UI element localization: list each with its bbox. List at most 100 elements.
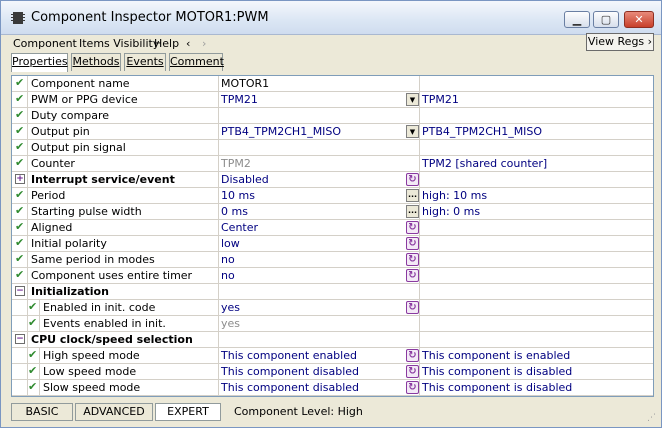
collapse-icon[interactable]: − (15, 286, 25, 296)
reset-icon[interactable]: ↻ (406, 365, 419, 378)
reset-icon[interactable]: ↻ (406, 221, 419, 234)
ellipsis-button[interactable]: ... (406, 205, 419, 218)
back-nav-icon[interactable]: ‹ (186, 37, 190, 50)
view-regs-button[interactable]: View Regs › (586, 33, 654, 51)
expand-icon[interactable]: + (15, 174, 25, 184)
property-row[interactable]: ✔ Output pin signal (12, 140, 653, 156)
check-icon: ✔ (15, 204, 25, 217)
check-icon: ✔ (15, 252, 25, 265)
property-grid: ✔ Component name MOTOR1 ✔ PWM or PPG device T… (11, 75, 654, 397)
property-info: TPM2 [shared counter] (422, 157, 548, 170)
resize-grip-icon[interactable]: ⋰ (647, 413, 659, 425)
property-value[interactable]: no (219, 268, 420, 283)
property-group-row[interactable]: − Initialization (12, 284, 653, 300)
reset-icon[interactable]: ↻ (406, 237, 419, 250)
property-row[interactable]: ✔ Aligned Center ↻ (12, 220, 653, 236)
property-value[interactable] (219, 108, 420, 123)
check-icon: ✔ (15, 140, 25, 153)
reset-icon[interactable]: ↻ (406, 173, 419, 186)
property-name: Events enabled in init. (41, 316, 219, 331)
property-row[interactable]: ✔ Slow speed mode This component disabled ↻… (12, 380, 653, 396)
property-value[interactable]: MOTOR1 (219, 76, 420, 91)
property-value[interactable]: This component enabled (219, 348, 420, 363)
expert-level-button[interactable]: EXPERT (155, 403, 221, 421)
tab-events[interactable]: Events (124, 53, 166, 71)
property-value[interactable]: Disabled (219, 172, 420, 187)
property-value[interactable]: TPM21 (219, 92, 420, 107)
property-value[interactable]: This component disabled (219, 364, 420, 379)
check-icon: ✔ (15, 92, 25, 105)
row-gutter: ✔ (12, 220, 28, 235)
property-row[interactable]: ✔ PWM or PPG device TPM21 ▼ TPM21 (12, 92, 653, 108)
menu-items-visibility[interactable]: Items Visibility (79, 37, 159, 50)
property-row[interactable]: ✔ Component uses entire timer no ↻ (12, 268, 653, 284)
property-row[interactable]: ✔ Starting pulse width 0 ms... high: 0 ms (12, 204, 653, 220)
property-group-row[interactable]: + Interrupt service/event Disabled ↻ (12, 172, 653, 188)
reset-icon[interactable]: ↻ (406, 301, 419, 314)
property-name: PWM or PPG device (29, 92, 219, 107)
reset-icon[interactable]: ↻ (406, 381, 419, 394)
maximize-button[interactable]: ▢ (593, 11, 619, 28)
reset-icon[interactable]: ↻ (406, 349, 419, 362)
property-value[interactable]: This component disabled (219, 380, 420, 395)
property-name: Same period in modes (29, 252, 219, 267)
property-name: Slow speed mode (41, 380, 219, 395)
tab-comment[interactable]: Comment (169, 53, 224, 71)
advanced-level-button[interactable]: ADVANCED (75, 403, 153, 421)
row-gutter: ✔ (12, 188, 28, 203)
reset-icon[interactable]: ↻ (406, 253, 419, 266)
dropdown-arrow-icon[interactable]: ▼ (406, 125, 419, 138)
menu-help[interactable]: Help (154, 37, 179, 50)
property-row[interactable]: ✔ Component name MOTOR1 (12, 76, 653, 92)
property-group-row[interactable]: − CPU clock/speed selection (12, 332, 653, 348)
property-row[interactable]: ✔ High speed mode This component enabled ↻ T… (12, 348, 653, 364)
collapse-icon[interactable]: − (15, 334, 25, 344)
property-value[interactable] (219, 284, 420, 299)
property-row[interactable]: ✔ Initial polarity low ↻ (12, 236, 653, 252)
reset-icon[interactable]: ↻ (406, 269, 419, 282)
property-row[interactable]: ✔ Period 10 ms... high: 10 ms (12, 188, 653, 204)
property-value[interactable]: no (219, 252, 420, 267)
property-row[interactable]: ✔ Events enabled in init. yes (12, 316, 653, 332)
property-value[interactable]: Center (219, 220, 420, 235)
row-gutter: ✔ (12, 76, 28, 91)
check-icon: ✔ (15, 156, 25, 169)
property-value[interactable]: 10 ms (219, 188, 420, 203)
row-gutter (12, 300, 28, 315)
property-value[interactable]: PTB4_TPM2CH1_MISO (219, 124, 420, 139)
tab-events-label: Events (126, 55, 164, 68)
property-row[interactable]: ✔ Output pin PTB4_TPM2CH1_MISO ▼ PTB4_TPM2CH… (12, 124, 653, 140)
tab-properties[interactable]: Properties (11, 53, 68, 72)
property-row[interactable]: ✔ Low speed mode This component disabled ↻ T… (12, 364, 653, 380)
property-name: Output pin signal (29, 140, 219, 155)
property-value[interactable]: TPM2 (219, 156, 420, 171)
property-value[interactable]: yes (219, 300, 420, 315)
minimize-button[interactable]: ▁ (564, 11, 590, 28)
tab-methods[interactable]: Methods (71, 53, 121, 71)
property-row[interactable]: ✔ Enabled in init. code yes ↻ (12, 300, 653, 316)
property-info (420, 140, 653, 155)
property-value[interactable] (219, 332, 420, 347)
property-row[interactable]: ✔ Same period in modes no ↻ (12, 252, 653, 268)
property-value[interactable]: yes (219, 316, 420, 331)
level-bar: BASIC ADVANCED EXPERT Component Level: H… (11, 403, 654, 421)
check-icon: ✔ (28, 380, 38, 393)
property-row[interactable]: ✔ Counter TPM2 TPM2 [shared counter] (12, 156, 653, 172)
property-name: Enabled in init. code (41, 300, 219, 315)
property-row[interactable]: ✔ Duty compare (12, 108, 653, 124)
tab-comment-label: Comment (170, 55, 224, 68)
forward-nav-icon[interactable]: › (202, 37, 206, 50)
dropdown-arrow-icon[interactable]: ▼ (406, 93, 419, 106)
menu-component[interactable]: Component (13, 37, 77, 50)
property-info (420, 252, 653, 267)
ellipsis-button[interactable]: ... (406, 189, 419, 202)
property-value[interactable]: 0 ms (219, 204, 420, 219)
property-value[interactable] (219, 140, 420, 155)
check-icon: ✔ (15, 76, 25, 89)
property-value[interactable]: low (219, 236, 420, 251)
basic-level-button[interactable]: BASIC (11, 403, 73, 421)
property-info (420, 284, 653, 299)
title-bar[interactable]: Component Inspector MOTOR1:PWM ▁ ▢ ✕ (1, 1, 661, 35)
property-name: Low speed mode (41, 364, 219, 379)
close-button[interactable]: ✕ (624, 11, 654, 28)
